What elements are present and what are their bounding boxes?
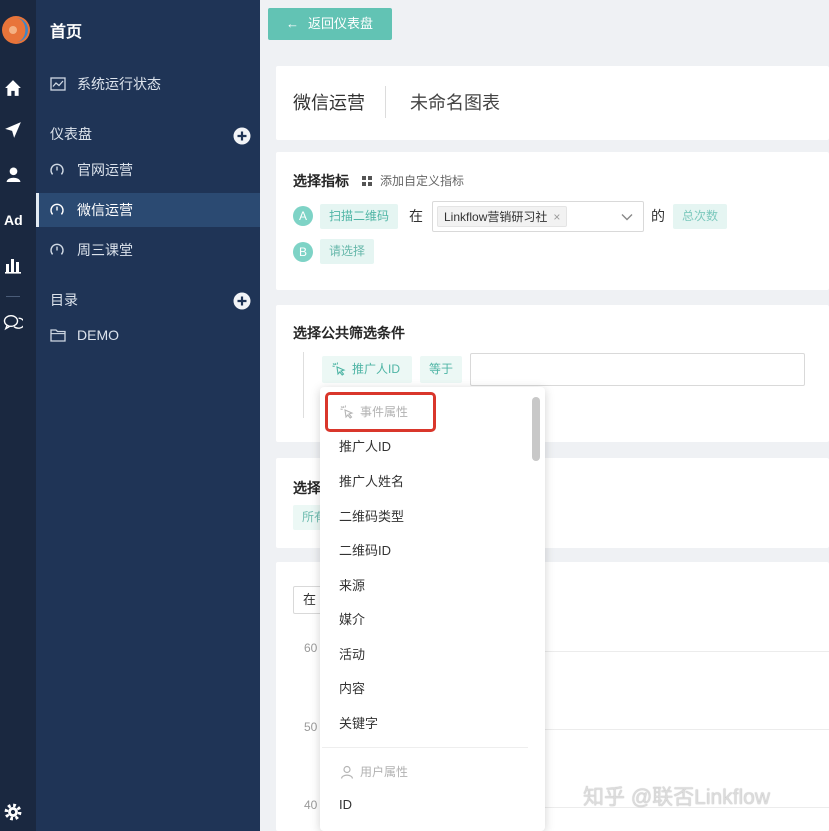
dashboards-section-title: 仪表盘 xyxy=(50,126,92,142)
dropdown-option[interactable]: 活动 xyxy=(339,638,365,672)
send-icon[interactable] xyxy=(4,121,22,139)
filter-value-input[interactable] xyxy=(470,353,805,386)
dropdown-option[interactable]: 二维码类型 xyxy=(339,500,404,534)
y-tick-label: 60 xyxy=(304,641,318,655)
filter-property-label: 推广人ID xyxy=(352,362,401,376)
dropdown-divider xyxy=(322,747,528,748)
event-select-tag[interactable]: 扫描二维码 xyxy=(320,204,399,229)
dropdown-option[interactable]: 推广人姓名 xyxy=(339,465,404,499)
folder-icon xyxy=(50,328,66,342)
sidebar: 首页 系统运行状态 仪表盘 官网运营 微信运营 周三课堂 目录 DEMO xyxy=(36,0,260,831)
sidebar-item-system-status[interactable]: 系统运行状态 xyxy=(36,67,260,101)
highlight-annotation-box xyxy=(325,392,436,432)
gear-icon[interactable] xyxy=(4,803,22,821)
metric-badge-b: B xyxy=(293,242,313,262)
source-select[interactable]: Linkflow营销研习社 × xyxy=(432,201,644,232)
in-label: 在 xyxy=(409,208,423,224)
sidebar-item-label: DEMO xyxy=(77,327,119,343)
source-chip: Linkflow营销研习社 × xyxy=(437,206,568,227)
filters-title: 选择公共筛选条件 xyxy=(293,325,405,341)
back-to-dashboard-button[interactable]: ← 返回仪表盘 xyxy=(268,8,392,40)
chart-header-card: 微信运营 未命名图表 xyxy=(276,66,829,140)
dashboard-name: 微信运营 xyxy=(293,93,365,113)
chart-name-input[interactable]: 未命名图表 xyxy=(410,90,500,116)
ad-icon[interactable]: Ad xyxy=(4,211,23,229)
measure-select-tag[interactable]: 总次数 xyxy=(673,204,728,229)
sidebar-item-label: 官网运营 xyxy=(77,162,133,178)
filter-group-line xyxy=(303,352,304,418)
metrics-card: 选择指标 添加自定义指标 A 扫描二维码 在 Linkflow营销研习社 × 的 … xyxy=(276,152,829,290)
add-dashboard-icon[interactable] xyxy=(233,127,251,145)
brand-logo[interactable] xyxy=(1,15,31,45)
add-folder-icon[interactable] xyxy=(233,292,251,310)
dropdown-option[interactable]: 媒介 xyxy=(339,603,365,637)
icon-rail: Ad xyxy=(0,0,36,831)
sidebar-item-dashboard[interactable]: 官网运营 xyxy=(36,153,260,187)
dropdown-option[interactable]: 推广人ID xyxy=(339,430,391,464)
sidebar-home-link[interactable]: 首页 xyxy=(50,22,82,44)
gauge-icon xyxy=(50,203,64,217)
app-window: Ad 首页 系统运行状态 仪表盘 官网运营 微信运营 周三课堂 目录 DEMO … xyxy=(0,0,829,831)
dropdown-group-label: 用户属性 xyxy=(360,765,409,779)
remove-icon[interactable]: × xyxy=(553,210,560,224)
header-separator xyxy=(385,86,386,118)
cursor-click-icon xyxy=(332,362,346,376)
dropdown-option[interactable]: 内容 xyxy=(339,672,365,706)
sidebar-item-dashboard-active[interactable]: 微信运营 xyxy=(36,193,260,227)
sidebar-item-label: 系统运行状态 xyxy=(77,76,161,92)
y-tick-label: 50 xyxy=(304,720,318,734)
grouping-title: 选择 xyxy=(293,480,321,496)
event-select-placeholder[interactable]: 请选择 xyxy=(320,239,375,264)
sidebar-item-label: 周三课堂 xyxy=(77,242,133,258)
dropdown-option[interactable]: ID xyxy=(339,788,352,822)
grid-icon xyxy=(362,176,372,186)
add-custom-metric-link[interactable]: 添加自定义指标 xyxy=(380,172,464,190)
time-range-label: 在 xyxy=(303,592,317,607)
sidebar-item-folder[interactable]: DEMO xyxy=(36,318,260,352)
chat-icon[interactable] xyxy=(3,314,26,332)
sidebar-item-dashboard[interactable]: 周三课堂 xyxy=(36,233,260,267)
y-tick-label: 40 xyxy=(304,798,318,812)
person-icon xyxy=(340,765,354,779)
gauge-icon xyxy=(50,243,64,257)
source-chip-label: Linkflow营销研习社 xyxy=(444,210,548,224)
of-label: 的 xyxy=(651,208,665,224)
watermark: 知乎 @联否Linkflow xyxy=(583,786,771,809)
back-button-label: 返回仪表盘 xyxy=(308,16,374,31)
sidebar-item-label: 微信运营 xyxy=(77,202,133,218)
gauge-icon xyxy=(50,163,64,177)
arrow-left-icon: ← xyxy=(286,16,299,31)
dropdown-option[interactable]: 来源 xyxy=(339,569,365,603)
metric-badge-a: A xyxy=(293,206,313,226)
metrics-title: 选择指标 xyxy=(293,173,349,189)
home-icon[interactable] xyxy=(4,79,22,97)
filter-operator-select[interactable]: 等于 xyxy=(420,356,463,383)
user-icon[interactable] xyxy=(5,166,22,183)
dropdown-option[interactable]: 关键字 xyxy=(339,707,378,741)
line-chart-icon xyxy=(50,77,66,91)
rail-divider xyxy=(6,296,20,297)
filter-property-select[interactable]: 推广人ID xyxy=(322,356,412,383)
property-dropdown: 事件属性 推广人ID 推广人姓名 二维码类型 二维码ID 来源 媒介 活动 内容… xyxy=(320,387,545,831)
catalog-section-title: 目录 xyxy=(50,292,78,308)
chevron-down-icon xyxy=(621,213,633,221)
dropdown-scrollbar[interactable] xyxy=(532,397,540,461)
dropdown-option[interactable]: 二维码ID xyxy=(339,534,391,568)
bar-chart-icon[interactable] xyxy=(4,256,22,274)
